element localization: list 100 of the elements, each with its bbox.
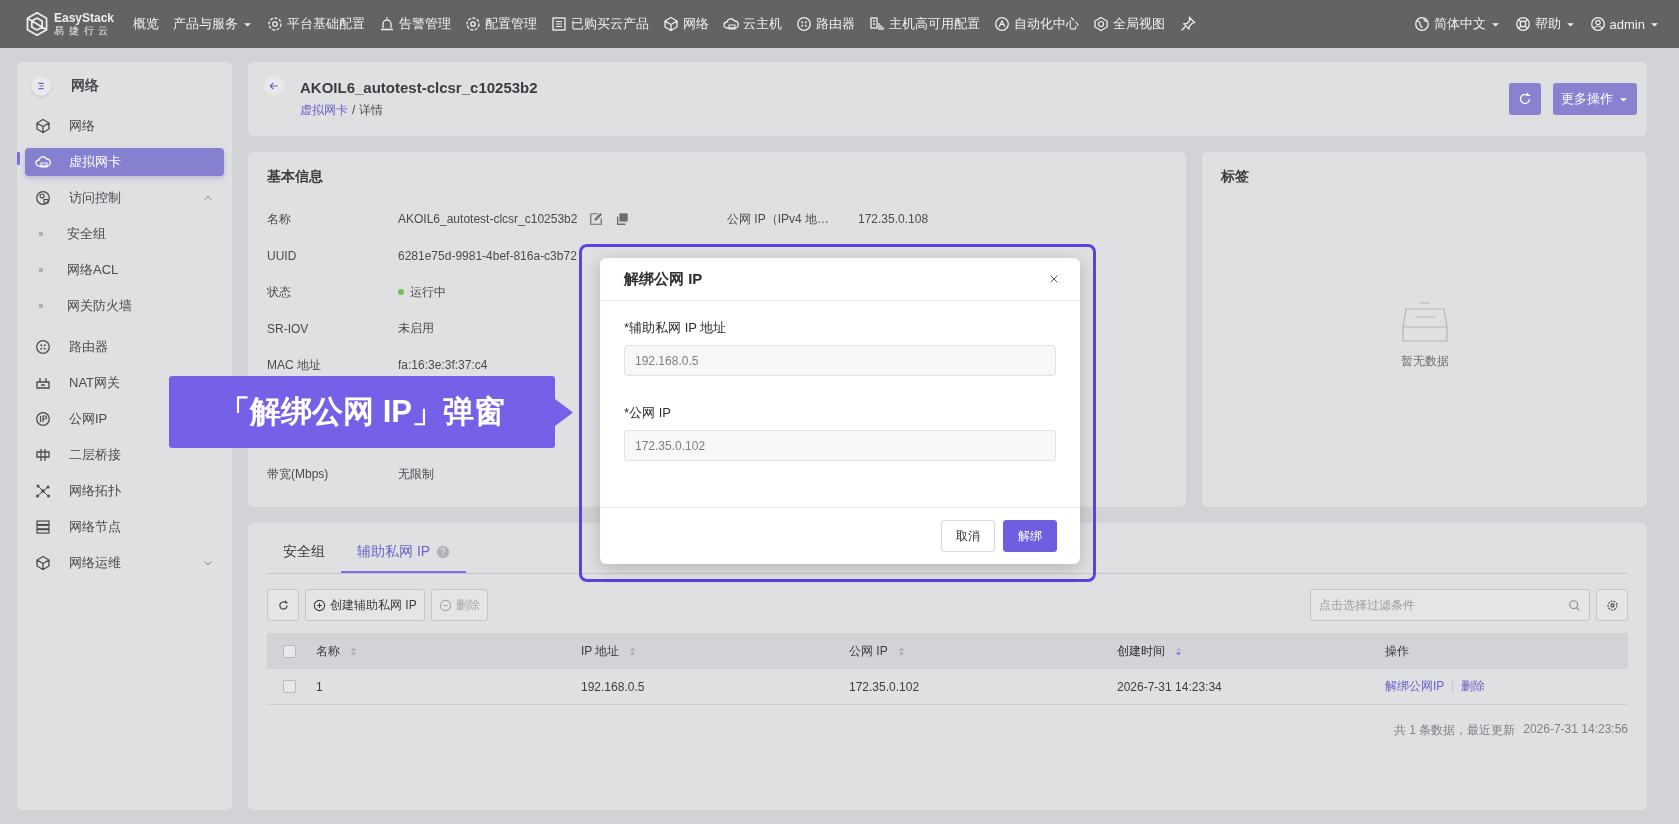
column-header[interactable]: IP 地址 <box>581 642 639 660</box>
plus-circle-icon <box>313 598 326 612</box>
settings-button[interactable] <box>1596 589 1628 621</box>
cancel-button[interactable]: 取消 <box>941 520 995 552</box>
sidebar-item[interactable]: 网络运维 <box>25 549 224 577</box>
field-value: 172.35.0.108 <box>858 212 929 227</box>
sidebar-item[interactable]: 网络拓扑 <box>25 477 224 505</box>
cube-icon <box>35 118 51 134</box>
cloud-icon <box>723 16 740 32</box>
globe-icon <box>1413 16 1430 32</box>
column-header[interactable]: 创建时间 <box>1117 642 1184 660</box>
nav-link[interactable]: 已购买云产品 <box>546 11 655 37</box>
field-label: MAC 地址 <box>267 356 322 374</box>
checkbox[interactable] <box>283 680 296 693</box>
field-value: 未启用 <box>398 320 434 338</box>
field-label: 名称 <box>267 210 292 228</box>
table-cell: 192.168.0.5 <box>581 679 645 694</box>
help-icon <box>436 545 451 559</box>
menu-button[interactable] <box>31 76 51 96</box>
refresh-button[interactable] <box>1509 83 1541 115</box>
column-header[interactable]: 操作 <box>1385 642 1409 660</box>
field-value: 运行中 <box>410 283 446 301</box>
pin-icon[interactable] <box>1180 16 1197 32</box>
refresh-icon <box>1517 91 1533 107</box>
copy-icon[interactable] <box>615 212 630 227</box>
nav-link[interactable]: 概览 <box>128 11 165 37</box>
nav-link[interactable]: 路由器 <box>791 11 861 37</box>
filter-field[interactable]: 点击选择过滤条件 <box>1310 589 1590 621</box>
section-title: 标签 <box>1221 168 1250 186</box>
column-header[interactable]: 名称 <box>316 642 359 660</box>
nav-link[interactable]: 云主机 <box>718 11 788 37</box>
gateway-icon <box>35 375 51 391</box>
search-icon <box>1568 599 1581 612</box>
cloud-icon <box>35 154 51 170</box>
field-label: SR-IOV <box>267 321 310 336</box>
node-list-icon <box>35 519 51 535</box>
lifebuoy-icon <box>1514 16 1531 32</box>
create-button[interactable]: 创建辅助私网 IP <box>305 589 425 621</box>
more-actions-button[interactable]: 更多操作 <box>1553 83 1637 115</box>
close-button[interactable] <box>1048 273 1060 285</box>
column-header[interactable]: 公网 IP <box>849 642 907 660</box>
breadcrumb-link[interactable]: 虚拟网卡 <box>300 102 348 119</box>
nav-link[interactable]: 网络 <box>658 11 715 37</box>
empty-text: 暂无数据 <box>1400 353 1449 370</box>
callout-tooltip: 「解绑公网 IP」弹窗 <box>169 376 555 448</box>
nav-link[interactable]: 平台基础配置 <box>262 11 371 37</box>
tab[interactable]: 辅助私网 IP <box>341 535 467 573</box>
confirm-button[interactable]: 解绑 <box>1003 520 1057 552</box>
router-icon <box>796 16 813 32</box>
cube-icon <box>35 555 51 571</box>
sidebar-item[interactable]: 访问控制 <box>25 184 224 212</box>
sidebar-subitem[interactable]: 网关防火墙 <box>25 288 224 324</box>
gear-icon <box>465 16 482 32</box>
ip-icon <box>35 411 51 427</box>
cube-icon <box>663 16 680 32</box>
sidebar-item[interactable]: 路由器 <box>25 333 224 361</box>
sidebar-item[interactable]: 网络节点 <box>25 513 224 541</box>
router-icon <box>35 339 51 355</box>
field-label: 带宽(Mbps) <box>267 466 330 484</box>
gear-icon <box>267 16 284 32</box>
top-menu[interactable]: 简体中文 <box>1408 11 1506 37</box>
refresh-button[interactable] <box>267 589 299 621</box>
field-label: *辅助私网 IP 地址 <box>624 319 728 337</box>
edit-icon[interactable] <box>589 212 604 227</box>
nav-link[interactable]: 告警管理 <box>374 11 457 37</box>
topology-icon <box>35 483 51 499</box>
tab[interactable]: 安全组 <box>267 535 341 573</box>
user-icon <box>1589 16 1606 32</box>
sidebar-item[interactable]: 网络 <box>25 112 224 140</box>
top-menu[interactable]: admin <box>1584 12 1665 36</box>
lock-person-icon <box>35 190 51 206</box>
top-menu[interactable]: 帮助 <box>1509 11 1581 37</box>
nav-link[interactable]: 自动化中心 <box>989 11 1085 37</box>
table-cell: 172.35.0.102 <box>849 679 920 694</box>
nav-menu[interactable]: 产品与服务 <box>168 11 259 37</box>
section-title: 基本信息 <box>267 168 324 186</box>
action-link[interactable]: 解绑公网IP <box>1385 678 1445 695</box>
page-title: AKOIL6_autotest-clcsr_c10253b2 <box>300 79 538 96</box>
nav-link[interactable]: 主机高可用配置 <box>864 11 986 37</box>
back-arrow-icon <box>268 80 280 92</box>
checkbox[interactable] <box>283 644 296 658</box>
field-value: fa:16:3e:3f:37:c4 <box>398 358 488 373</box>
sidebar-item[interactable]: 虚拟网卡 <box>25 148 224 176</box>
breadcrumb-item: / 详情 <box>352 102 383 119</box>
logo-text: EasyStack <box>54 12 115 24</box>
field-label: *公网 IP <box>624 404 672 422</box>
field-value: 6281e75d-9981-4bef-816a-c3b72 <box>398 248 577 263</box>
refresh-icon <box>276 598 290 612</box>
nav-link[interactable]: 全局视图 <box>1088 11 1171 37</box>
sidebar-subitem[interactable]: 网络ACL <box>25 252 224 288</box>
automation-icon <box>994 16 1011 32</box>
logo-subtitle: 易 捷 行 云 <box>54 26 110 36</box>
action-link[interactable]: 删除 <box>1461 678 1486 695</box>
field-value: 无限制 <box>398 466 434 484</box>
sidebar-subitem[interactable]: 安全组 <box>25 216 224 252</box>
hexagon-icon <box>1093 16 1110 32</box>
field-label: 状态 <box>267 283 292 301</box>
bridge-icon <box>35 447 51 463</box>
back-button[interactable] <box>264 76 284 96</box>
nav-link[interactable]: 配置管理 <box>460 11 543 37</box>
